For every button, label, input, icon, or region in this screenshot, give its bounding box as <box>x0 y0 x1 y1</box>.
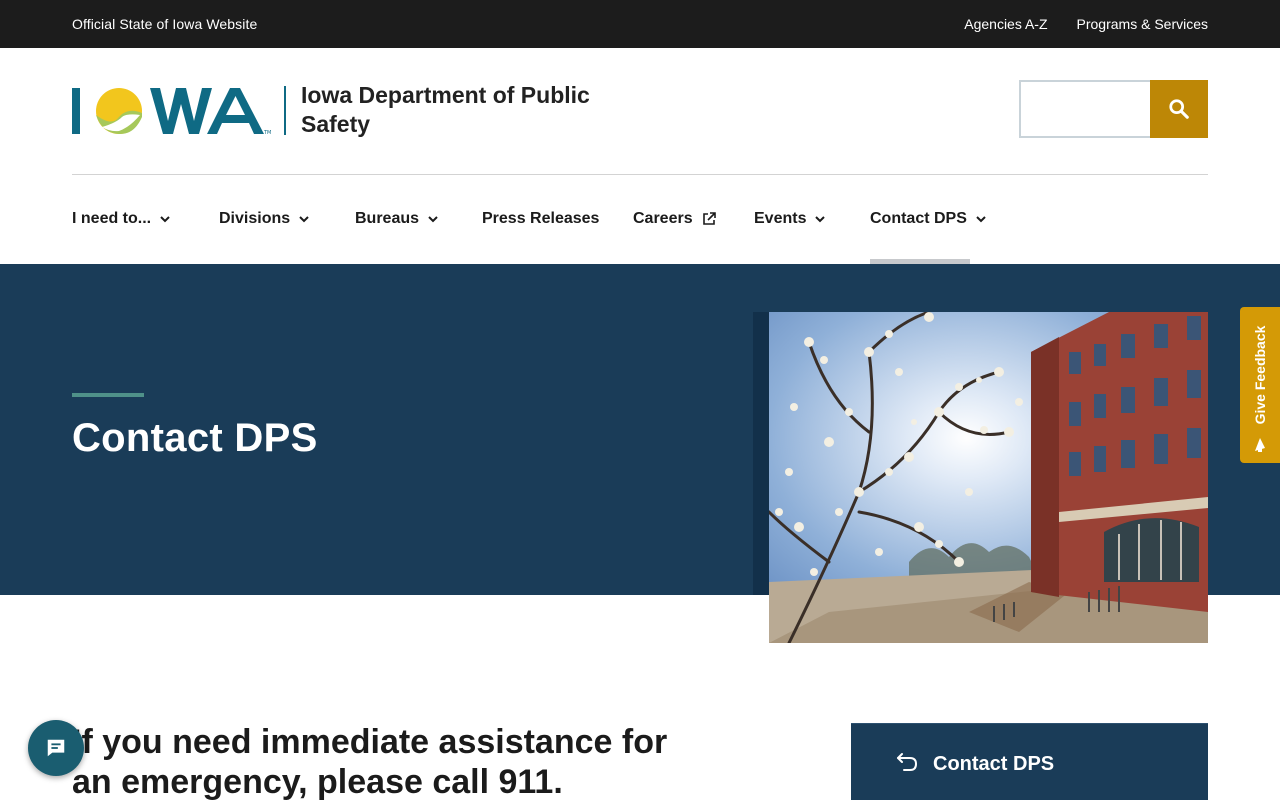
iowa-logo[interactable]: TM <box>72 87 272 137</box>
nav-item-i-need-to[interactable]: I need to... <box>72 210 170 228</box>
programs-services-link[interactable]: Programs & Services <box>1077 16 1208 32</box>
chevron-down-icon <box>299 215 309 222</box>
search-icon <box>1169 99 1189 119</box>
side-nav-back-link[interactable]: Contact DPS <box>859 724 1208 800</box>
utility-bar: Official State of Iowa Website Agencies … <box>0 0 1280 48</box>
official-site-label: Official State of Iowa Website <box>72 16 258 32</box>
hero-photo <box>769 312 1208 643</box>
external-link-icon <box>702 212 716 225</box>
main-nav: I need to... Divisions Bureaus Press Rel… <box>0 175 1280 264</box>
emergency-notice: If you need immediate assistance for an … <box>72 723 668 800</box>
search-button[interactable] <box>1150 80 1208 138</box>
nav-item-label: Press Releases <box>482 210 600 227</box>
chat-button[interactable] <box>28 720 84 776</box>
nav-item-press-releases[interactable]: Press Releases <box>482 210 599 228</box>
megaphone-icon <box>1255 438 1265 452</box>
side-nav-label: Contact DPS <box>933 753 1055 775</box>
nav-item-divisions[interactable]: Divisions <box>219 210 309 228</box>
chevron-down-icon <box>976 215 986 222</box>
department-name[interactable]: Iowa Department of Public Safety <box>301 81 641 139</box>
return-arrow-icon <box>897 753 918 771</box>
nav-item-events[interactable]: Events <box>754 210 826 228</box>
svg-text:TM: TM <box>263 130 271 136</box>
side-nav-panel: Contact DPS <box>851 723 1208 800</box>
nav-item-label: I need to... <box>72 210 152 227</box>
chat-icon <box>47 739 65 757</box>
nav-item-label: Divisions <box>219 210 291 227</box>
nav-item-bureaus[interactable]: Bureaus <box>355 210 438 228</box>
nav-item-label: Bureaus <box>355 210 420 227</box>
nav-item-label: Events <box>754 210 807 227</box>
nav-item-label: Contact DPS <box>870 210 967 227</box>
nav-item-label: Careers <box>633 210 693 227</box>
give-feedback-tab[interactable]: Give Feedback <box>1240 307 1280 463</box>
chevron-down-icon <box>428 215 438 222</box>
logo-divider <box>284 86 286 135</box>
site-header: TM Iowa Department of Public Safety <box>0 48 1280 175</box>
chevron-down-icon <box>815 215 826 222</box>
utility-links: Agencies A-Z Programs & Services <box>964 16 1208 32</box>
nav-item-careers[interactable]: Careers <box>633 210 716 228</box>
page-title: Contact DPS <box>72 416 318 460</box>
nav-item-contact-dps[interactable]: Contact DPS <box>870 210 986 228</box>
give-feedback-label: Give Feedback <box>1252 325 1268 425</box>
chevron-down-icon <box>160 215 170 222</box>
hero-accent-line <box>72 393 144 397</box>
search-input[interactable] <box>1019 80 1151 138</box>
agencies-az-link[interactable]: Agencies A-Z <box>964 16 1047 32</box>
